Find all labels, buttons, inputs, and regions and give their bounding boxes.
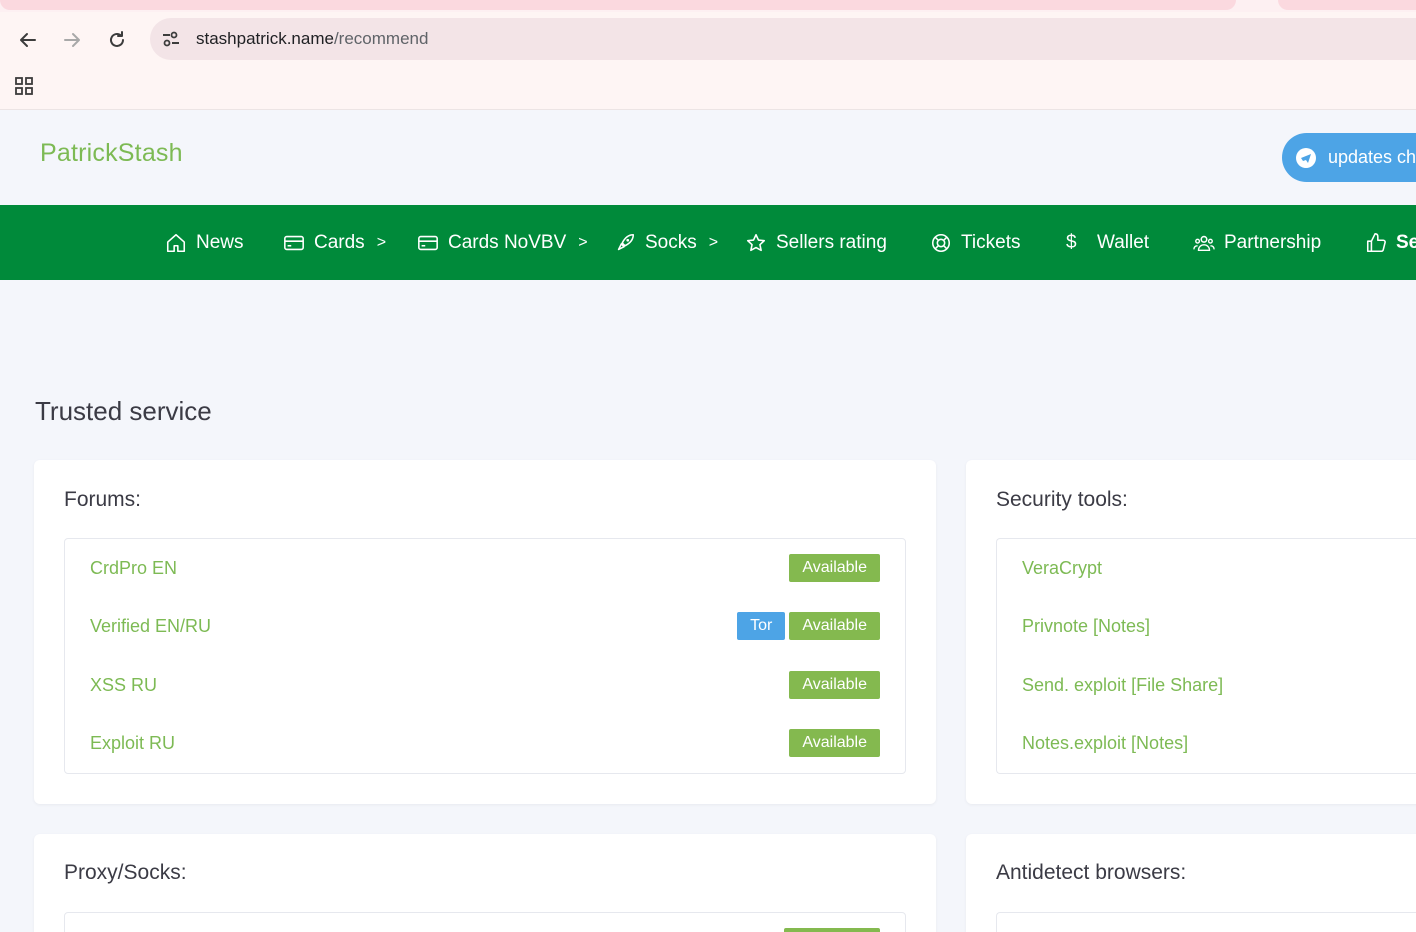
nav-label: Cards <box>314 231 365 253</box>
nav-label: Wallet <box>1097 231 1150 253</box>
site-header: PatrickStash updates ch <box>0 111 1416 205</box>
users-icon <box>1193 235 1215 251</box>
list-item: XSS RU Available <box>65 671 905 701</box>
star-icon <box>746 233 766 251</box>
nav-item-socks[interactable]: Socks > <box>614 205 718 280</box>
forum-link[interactable]: Verified EN/RU <box>90 616 211 637</box>
list-item: CrdPro EN Available <box>65 554 905 584</box>
chevron-right-icon: > <box>578 233 588 251</box>
updates-button-label: updates ch <box>1328 147 1416 167</box>
url-path: /recommend <box>333 29 429 48</box>
dollar-icon: $ <box>1066 231 1077 253</box>
nav-label: Sellers rating <box>776 231 887 253</box>
url-text[interactable]: stashpatrick.name/recommend <box>196 29 428 49</box>
card-title: Forums: <box>64 488 142 511</box>
status-badge: Available <box>789 729 880 757</box>
nav-label: Cards NoVBV <box>448 231 567 253</box>
nav-label: News <box>196 231 244 253</box>
card-title: Security tools: <box>996 488 1128 511</box>
apps-grid-icon[interactable] <box>12 74 36 98</box>
credit-card-icon <box>284 235 304 250</box>
main-navigation: News Cards > Cards NoVBV > Socks > Selle… <box>0 205 1416 280</box>
list-item: Verified EN/RU Tor Available <box>65 612 905 642</box>
telegram-icon <box>1296 147 1316 168</box>
reload-icon <box>110 31 124 47</box>
chevron-right-icon: > <box>376 233 387 251</box>
nav-label: Tickets <box>961 231 1021 253</box>
tool-link[interactable]: Privnote [Notes] <box>1022 616 1150 637</box>
active-tab[interactable] <box>0 0 1236 10</box>
address-bar[interactable]: stashpatrick.name/recommend <box>150 18 1416 60</box>
list-item: Send. exploit [File Share] <box>997 671 1416 701</box>
status-badge <box>784 928 880 932</box>
rocket-icon <box>617 233 635 250</box>
forward-button[interactable] <box>58 26 86 54</box>
nav-item-cards[interactable]: Cards > <box>283 205 386 280</box>
tor-badge[interactable]: Tor <box>737 612 786 640</box>
arrow-left-icon <box>20 33 36 47</box>
tool-link[interactable]: Notes.exploit [Notes] <box>1022 733 1188 754</box>
nav-item-cards-novbv[interactable]: Cards NoVBV > <box>417 205 588 280</box>
nav-item-tickets[interactable]: Tickets <box>930 205 1020 280</box>
list-item: Privnote [Notes] <box>997 612 1416 642</box>
site-logo[interactable]: PatrickStash <box>40 139 183 168</box>
status-badge: Available <box>789 671 880 699</box>
browser-tab[interactable] <box>1278 0 1416 10</box>
nav-label: Socks <box>645 231 697 253</box>
card-title: Proxy/Socks: <box>64 861 187 884</box>
antidetect-browsers-card: Antidetect browsers: <box>966 834 1416 932</box>
nav-item-sellers-rating[interactable]: Sellers rating <box>745 205 887 280</box>
nav-item-partnership[interactable]: Partnership <box>1193 205 1321 280</box>
arrow-right-icon <box>64 33 80 47</box>
nav-item-truncated[interactable]: Se <box>1365 205 1416 280</box>
forum-link[interactable]: XSS RU <box>90 675 157 696</box>
tool-link[interactable]: Send. exploit [File Share] <box>1022 675 1223 696</box>
credit-card-icon <box>418 235 438 250</box>
list-item: VeraCrypt <box>997 554 1416 584</box>
page-title: Trusted service <box>35 396 212 426</box>
url-host: stashpatrick.name <box>196 29 334 48</box>
forums-card: Forums: CrdPro EN Available Verified EN/… <box>34 460 936 804</box>
antidetect-list <box>996 912 1416 932</box>
security-tools-list: VeraCrypt Privnote [Notes] Send. exploit… <box>996 538 1416 774</box>
nav-item-wallet[interactable]: $ Wallet <box>1066 205 1149 280</box>
proxy-socks-card: Proxy/Socks: <box>34 834 936 932</box>
chevron-right-icon: > <box>708 233 719 251</box>
tool-link[interactable]: VeraCrypt <box>1022 558 1102 579</box>
nav-item-news[interactable]: News <box>165 205 244 280</box>
updates-channel-button[interactable]: updates ch <box>1282 133 1416 182</box>
site-info-icon[interactable] <box>160 28 182 50</box>
back-button[interactable] <box>14 26 42 54</box>
browser-toolbar: stashpatrick.name/recommend <box>0 12 1416 110</box>
nav-label: Partnership <box>1224 231 1322 253</box>
proxy-list <box>64 912 906 932</box>
reload-button[interactable] <box>103 26 131 54</box>
forum-link[interactable]: Exploit RU <box>90 733 175 754</box>
security-tools-card: Security tools: VeraCrypt Privnote [Note… <box>966 460 1416 804</box>
thumbs-up-icon <box>1366 232 1386 252</box>
list-item: Notes.exploit [Notes] <box>997 729 1416 759</box>
lifebuoy-icon <box>931 233 951 252</box>
home-icon <box>166 233 186 252</box>
forums-list: CrdPro EN Available Verified EN/RU Tor A… <box>64 538 906 774</box>
nav-label: Se <box>1396 231 1416 253</box>
status-badge: Available <box>789 612 880 640</box>
forum-link[interactable]: CrdPro EN <box>90 558 177 579</box>
status-badge: Available <box>789 554 880 582</box>
tab-strip <box>0 0 1416 12</box>
list-item: Exploit RU Available <box>65 729 905 759</box>
card-title: Antidetect browsers: <box>996 861 1187 884</box>
